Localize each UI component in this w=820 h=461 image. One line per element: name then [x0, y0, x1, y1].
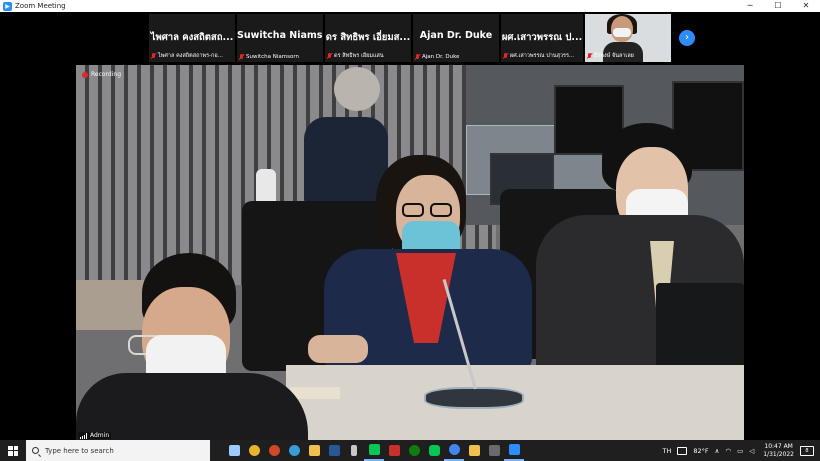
participant-name-label: ธีรพงษ์ จันลาเลย: [587, 52, 634, 60]
participant-display-name: ดร สิทธิพร เอี่ยมส...: [325, 32, 411, 43]
next-page-button[interactable]: ›: [679, 30, 695, 46]
maximize-button[interactable]: ☐: [764, 0, 792, 12]
windows-taskbar: Type here to search TH 82°F ∧ ◠ ▭ ◁ 10:4…: [0, 440, 820, 461]
participant-video-mask: [613, 28, 631, 37]
time: 10:47 AM: [764, 442, 793, 450]
powerpoint-icon[interactable]: [264, 440, 284, 461]
input-language[interactable]: TH: [663, 447, 672, 455]
laptop: [656, 283, 744, 373]
minimize-button[interactable]: ─: [736, 0, 764, 12]
participant-name-label: Ajan Dr. Duke: [415, 54, 459, 60]
folder-icon[interactable]: [464, 440, 484, 461]
participant-name-label: ดร สิทธิพร เอี่ยมแสน: [327, 52, 384, 60]
chrome-icon[interactable]: [444, 440, 464, 461]
search-placeholder: Type here to search: [45, 446, 114, 455]
start-button[interactable]: [0, 440, 26, 461]
line-icon[interactable]: [364, 440, 384, 461]
mic-muted-icon: [503, 53, 508, 59]
participant-tile[interactable]: Suwitcha Niams... Suwitcha Niamsorn: [237, 14, 323, 62]
phone-icon[interactable]: [344, 440, 364, 461]
title-bar: ▶ Zoom Meeting ─ ☐ ✕: [0, 0, 820, 12]
participant-display-name: ผศ.เสาวพรรณ ป...: [501, 32, 583, 43]
signal-strength-icon: [80, 433, 88, 439]
microphone-base: [424, 387, 524, 409]
mic-muted-icon: [415, 54, 420, 60]
store-icon[interactable]: [484, 440, 504, 461]
task-view-icon[interactable]: [224, 440, 244, 461]
speaker-glasses: [402, 203, 424, 217]
chrome-icon[interactable]: [244, 440, 264, 461]
standing-person-head: [334, 67, 380, 111]
participant-name-label: ผศ.เสาวพรรณ ปานสุวรร...: [503, 52, 574, 60]
mic-muted-icon: [587, 53, 592, 59]
active-speaker-video: Recording Admin: [76, 65, 744, 440]
line-app-icon[interactable]: [424, 440, 444, 461]
volume-icon[interactable]: ◁: [749, 447, 754, 455]
gallery-strip: ไพศาล คงสถิตสถ... ไพศาล คงสถิตสถาพร-กอ..…: [0, 12, 820, 64]
chevron-up-icon[interactable]: ∧: [715, 447, 720, 455]
recording-indicator[interactable]: Recording: [82, 71, 121, 78]
participant-display-name: Suwitcha Niams...: [237, 30, 323, 41]
mic-muted-icon: [239, 54, 244, 60]
date: 1/31/2022: [763, 450, 794, 458]
mic-muted-icon: [327, 53, 332, 59]
app-icon[interactable]: [384, 440, 404, 461]
papers: [290, 387, 340, 399]
zoom-app-icon: ▶: [3, 1, 12, 11]
recording-label: Recording: [91, 71, 122, 78]
participant-display-name: Ajan Dr. Duke: [419, 30, 493, 41]
participant-name-label: Suwitcha Niamsorn: [239, 54, 299, 60]
participant-tile[interactable]: Ajan Dr. Duke Ajan Dr. Duke: [413, 14, 499, 62]
speaker-arm: [308, 335, 368, 363]
participant-tile[interactable]: ไพศาล คงสถิตสถ... ไพศาล คงสถิตสถาพร-กอ..…: [149, 14, 235, 62]
participant-display-name: ไพศาล คงสถิตสถ...: [150, 32, 234, 43]
recording-dot-icon: [82, 71, 88, 78]
wifi-icon[interactable]: ◠: [725, 447, 731, 455]
close-button[interactable]: ✕: [792, 0, 820, 12]
participant-video-tile[interactable]: ธีรพงษ์ จันลาเลย: [585, 14, 671, 62]
temperature[interactable]: 82°F: [693, 447, 708, 455]
speaker-glasses: [430, 203, 452, 217]
battery-icon[interactable]: ▭: [737, 447, 743, 455]
clock[interactable]: 10:47 AM 1/31/2022: [763, 443, 794, 459]
standing-person-body: [304, 117, 388, 205]
speaker-name-label: Admin: [78, 432, 112, 439]
xbox-icon[interactable]: [404, 440, 424, 461]
left-person-suit: [76, 373, 308, 440]
windows-logo-icon: [8, 445, 18, 456]
weather-icon[interactable]: [677, 446, 688, 455]
word-icon[interactable]: [324, 440, 344, 461]
zoom-icon[interactable]: [504, 440, 524, 461]
mic-muted-icon: [151, 53, 156, 59]
window-title: Zoom Meeting: [15, 2, 66, 10]
taskbar-search[interactable]: Type here to search: [26, 440, 210, 461]
participant-tile[interactable]: ดร สิทธิพร เอี่ยมส... ดร สิทธิพร เอี่ยมแ…: [325, 14, 411, 62]
participant-tile[interactable]: ผศ.เสาวพรรณ ป... ผศ.เสาวพรรณ ปานสุวรร...: [501, 14, 583, 62]
search-icon: [32, 447, 39, 454]
edge-icon[interactable]: [284, 440, 304, 461]
system-tray: TH 82°F ∧ ◠ ▭ ◁ 10:47 AM 1/31/2022 8: [660, 440, 820, 461]
notification-icon[interactable]: 8: [800, 445, 814, 456]
explorer-icon[interactable]: [304, 440, 324, 461]
participant-name-label: ไพศาล คงสถิตสถาพร-กอ...: [151, 52, 223, 60]
